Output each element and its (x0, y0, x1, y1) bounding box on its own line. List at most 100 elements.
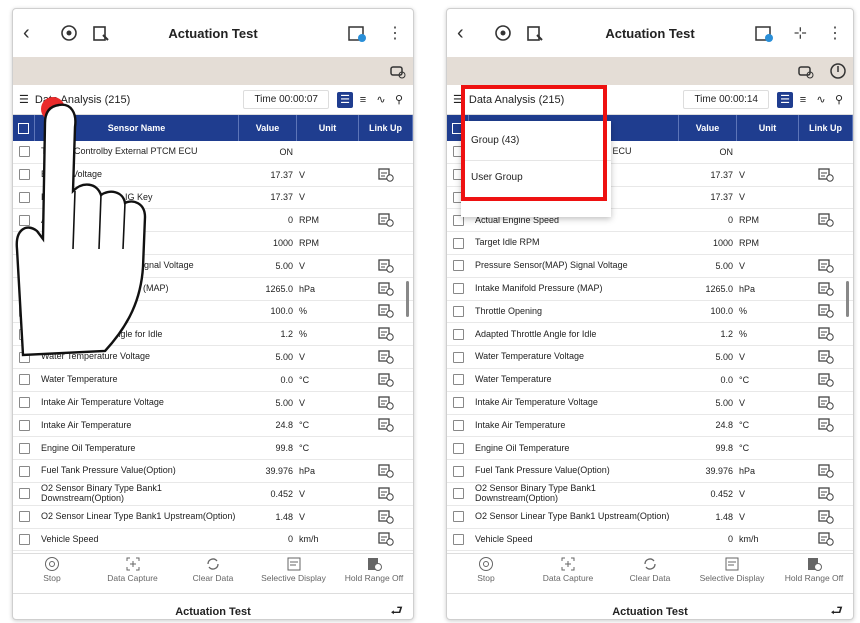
graph-view-icon[interactable]: ∿ (373, 92, 389, 108)
link-up-icon[interactable] (818, 168, 834, 182)
link-up-cell[interactable] (359, 259, 413, 273)
link-up-icon[interactable] (378, 282, 394, 296)
row-checkbox[interactable] (447, 351, 469, 363)
row-checkbox[interactable] (447, 283, 469, 295)
row-checkbox[interactable] (447, 533, 469, 545)
data-capture-button[interactable]: Data Capture (96, 556, 170, 583)
link-up-icon[interactable] (818, 373, 834, 387)
selective-display-button[interactable]: Selective Display (257, 556, 331, 583)
expand-icon[interactable]: ⊹ (794, 23, 807, 43)
link-up-icon[interactable] (378, 396, 394, 410)
table-row[interactable]: Relative Charge Value96.4% (447, 551, 853, 553)
back-arrow-icon[interactable]: ‹ (457, 22, 481, 45)
link-up-icon[interactable] (378, 304, 394, 319)
link-up-icon[interactable] (818, 282, 834, 296)
link-up-cell[interactable] (359, 213, 413, 227)
table-row[interactable]: Fuel Tank Pressure Value(Option) 39.976 hP… (13, 460, 413, 483)
exit-icon[interactable]: ⮐ (390, 600, 403, 620)
car-settings-icon[interactable] (797, 62, 815, 80)
link-up-cell[interactable] (799, 532, 853, 547)
link-up-cell[interactable] (799, 304, 853, 319)
scrollbar[interactable] (846, 281, 849, 317)
calendar-icon[interactable] (347, 23, 367, 43)
table-row[interactable]: Adapted Throttle Angle for Idle 1.2% (447, 323, 853, 347)
link-up-icon[interactable] (818, 304, 834, 319)
table-row[interactable]: Fuel Tank Pressure Value(Option) 39.976 hP… (447, 460, 853, 483)
table-row[interactable]: Vehicle Speed 0 km/h (13, 529, 413, 552)
row-checkbox[interactable] (447, 511, 469, 523)
link-up-cell[interactable] (359, 509, 413, 524)
row-checkbox[interactable] (447, 488, 469, 500)
row-checkbox[interactable] (447, 260, 469, 272)
back-arrow-icon[interactable]: ‹ (23, 22, 47, 45)
link-up-icon[interactable] (378, 373, 394, 387)
calendar-icon[interactable] (754, 23, 774, 43)
hold-range-button[interactable]: Hold Range Off (777, 556, 851, 583)
link-up-cell[interactable] (799, 213, 853, 227)
header-value[interactable]: Value (679, 115, 737, 141)
graph-view-icon[interactable]: ∿ (813, 92, 829, 108)
table-row[interactable]: Vehicle Speed 0 km/h (447, 529, 853, 552)
car-settings-icon[interactable] (389, 62, 407, 80)
search-icon[interactable]: ⚲ (391, 92, 407, 108)
table-row[interactable]: O2 Sensor Binary Type Bank1 Downstream(O… (13, 483, 413, 506)
header-value[interactable]: Value (239, 115, 297, 141)
data-capture-button[interactable]: Data Capture (531, 556, 605, 583)
table-row[interactable]: Engine Oil Temperature 99.8 °C (447, 437, 853, 461)
row-checkbox[interactable] (447, 397, 469, 409)
link-up-icon[interactable] (818, 509, 834, 524)
clear-data-button[interactable]: Clear Data (176, 556, 250, 583)
row-checkbox[interactable] (447, 419, 469, 431)
link-up-cell[interactable] (359, 396, 413, 410)
link-up-cell[interactable] (799, 509, 853, 524)
row-checkbox[interactable] (13, 511, 35, 523)
link-up-cell[interactable] (359, 373, 413, 387)
link-up-cell[interactable] (799, 418, 853, 433)
table-row[interactable]: Engine Oil Temperature 99.8 °C (13, 437, 413, 461)
table-row[interactable]: Pressure Sensor(MAP) Signal Voltage 5.00 V (447, 255, 853, 278)
link-up-icon[interactable] (818, 327, 834, 341)
link-up-cell[interactable] (799, 327, 853, 341)
table-row[interactable]: O2 Sensor Binary Type Bank1 Downstream(O… (447, 483, 853, 506)
table-row[interactable]: Water Temperature 0.0 °C (13, 369, 413, 392)
link-up-cell[interactable] (799, 168, 853, 182)
link-up-icon[interactable] (378, 350, 394, 364)
table-row[interactable]: Relative Charge Value96.4% (13, 551, 413, 553)
link-up-cell[interactable] (799, 282, 853, 296)
row-checkbox[interactable] (447, 328, 469, 340)
text-view-icon[interactable]: ≡ (355, 92, 371, 108)
link-up-icon[interactable] (378, 418, 394, 433)
row-checkbox[interactable] (13, 488, 35, 500)
table-row[interactable]: Intake Manifold Pressure (MAP) 1265.0 hPa (447, 278, 853, 301)
link-up-icon[interactable] (818, 532, 834, 547)
row-checkbox[interactable] (13, 397, 35, 409)
link-up-icon[interactable] (378, 213, 394, 227)
link-up-cell[interactable] (799, 259, 853, 273)
search-icon[interactable]: ⚲ (831, 92, 847, 108)
link-up-icon[interactable] (378, 168, 394, 182)
report-icon[interactable] (91, 23, 111, 43)
header-unit[interactable]: Unit (737, 115, 799, 141)
table-row[interactable]: Water Temperature Voltage 5.00 V (447, 346, 853, 369)
header-link-up[interactable]: Link Up (799, 115, 853, 141)
link-up-cell[interactable] (359, 282, 413, 296)
row-checkbox[interactable] (13, 419, 35, 431)
link-up-cell[interactable] (799, 487, 853, 501)
row-checkbox[interactable] (447, 374, 469, 386)
vehicle-connect-icon[interactable] (59, 23, 79, 43)
table-row[interactable]: Intake Air Temperature 24.8 °C (13, 415, 413, 438)
table-row[interactable]: O2 Sensor Linear Type Bank1 Upstream(Opt… (447, 506, 853, 529)
vehicle-connect-icon[interactable] (493, 23, 513, 43)
table-row[interactable]: Intake Air Temperature Voltage 5.00 V (13, 392, 413, 415)
row-checkbox[interactable] (447, 237, 469, 249)
link-up-cell[interactable] (799, 464, 853, 478)
stop-button[interactable]: Stop (15, 556, 89, 583)
link-up-icon[interactable] (818, 213, 834, 227)
table-row[interactable]: Intake Air Temperature 24.8 °C (447, 415, 853, 438)
link-up-cell[interactable] (359, 168, 413, 182)
header-unit[interactable]: Unit (297, 115, 359, 141)
scrollbar[interactable] (406, 281, 409, 317)
link-up-icon[interactable] (818, 487, 834, 501)
row-checkbox[interactable] (447, 442, 469, 454)
table-row[interactable]: O2 Sensor Linear Type Bank1 Upstream(Opt… (13, 506, 413, 529)
